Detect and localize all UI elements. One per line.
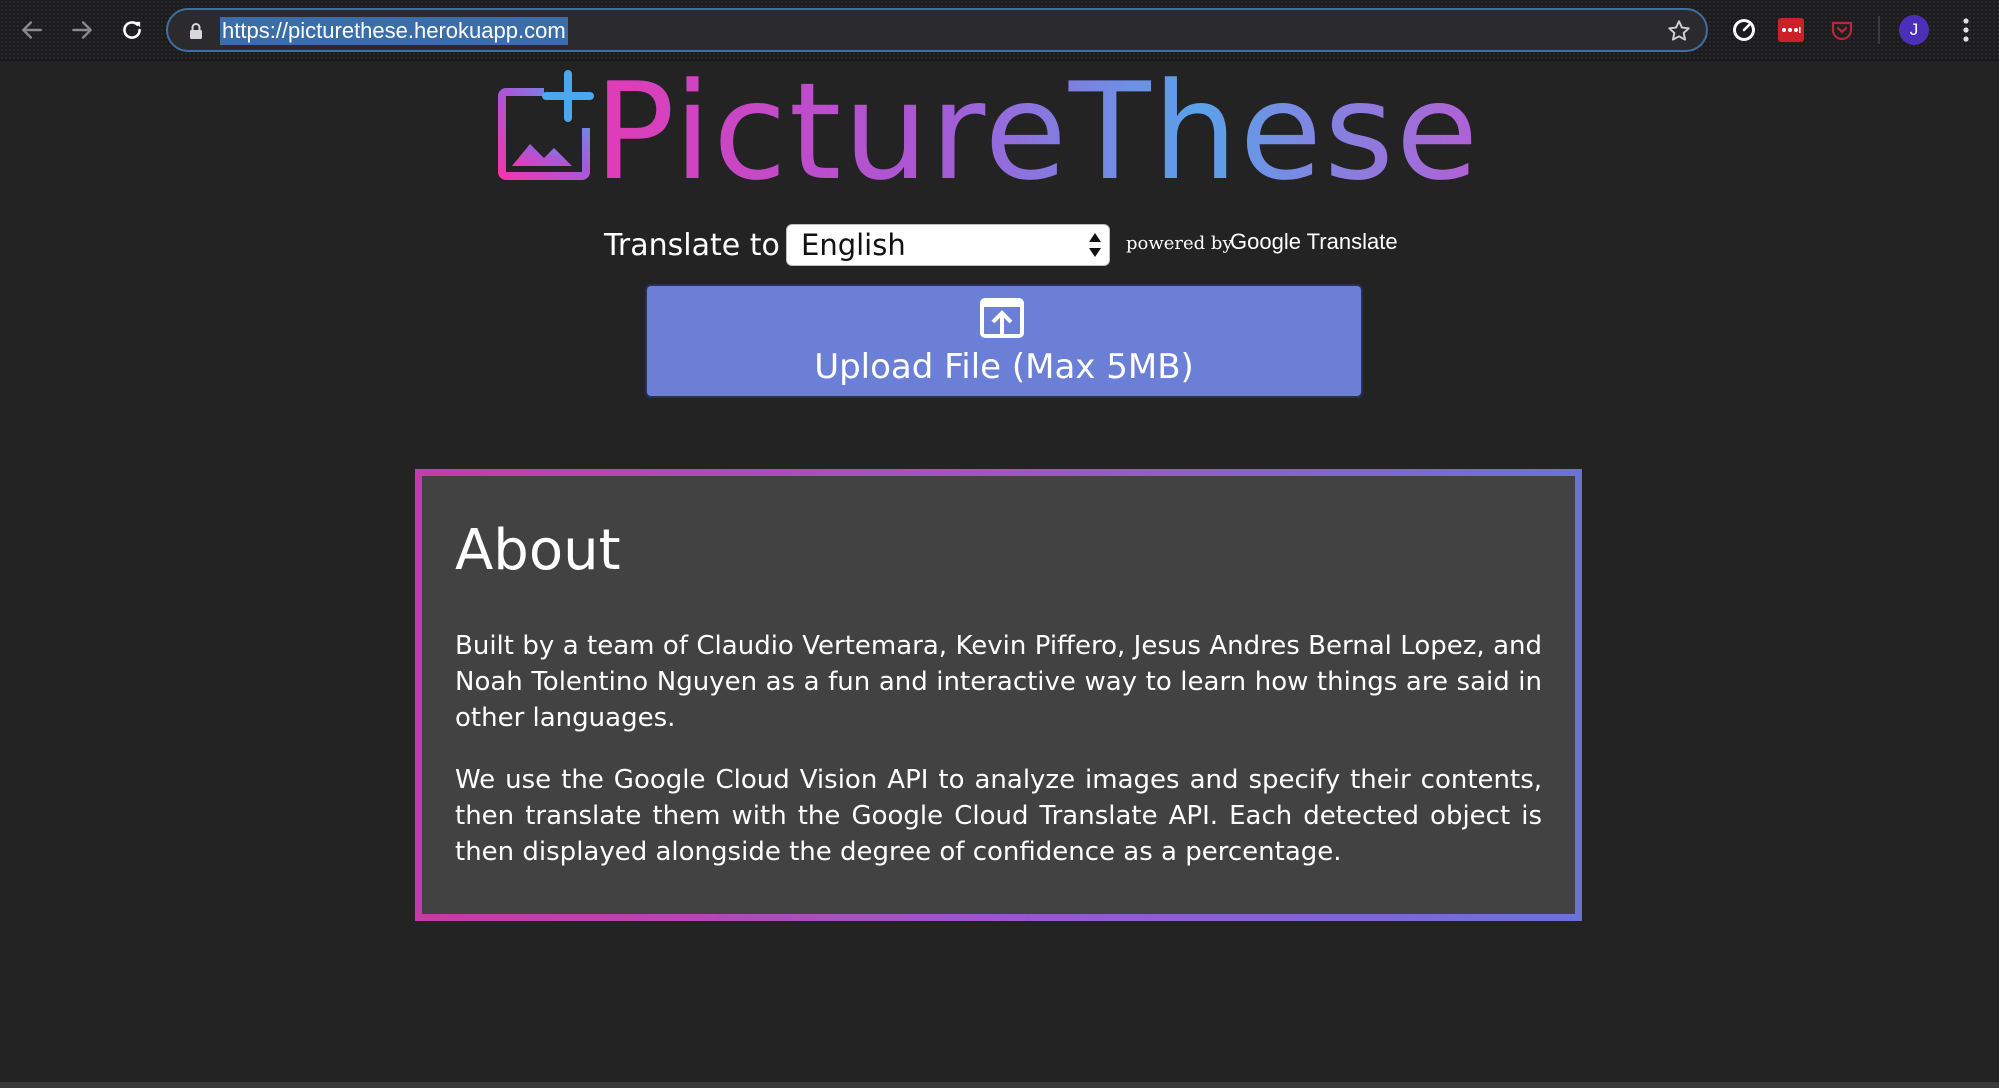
about-paragraph-apis: We use the Google Cloud Vision API to an… [455,765,1542,867]
window-bottom-edge [0,1082,1999,1088]
kebab-menu-icon[interactable] [1954,14,1978,46]
speedometer-extension-icon[interactable] [1728,14,1760,46]
toolbar-divider [1878,16,1880,44]
lastpass-extension-icon[interactable] [1778,18,1804,42]
google-logo-text: Google [1230,229,1301,254]
about-title: About [455,518,621,583]
language-select[interactable]: English [786,224,1110,266]
back-button[interactable] [14,12,50,48]
picture-add-logo-icon [498,70,594,180]
translate-label: Translate to [604,228,780,263]
translate-logo-text: Translate [1306,229,1398,254]
select-arrows-icon [1089,233,1101,257]
upload-file-button[interactable]: Upload File (Max 5MB) [645,284,1363,398]
translate-row: Translate to English powered by Google T… [600,222,1420,270]
back-arrow-icon [22,21,42,39]
reload-button[interactable] [114,12,150,48]
star-icon[interactable] [1666,18,1692,44]
url-text[interactable]: https://picturethese.herokuapp.com [220,17,568,45]
about-paragraph-team: Built by a team of Claudio Vertemara, Ke… [455,631,1542,733]
about-card: About Built by a team of Claudio Vertema… [415,469,1582,921]
upload-icon [980,298,1024,338]
address-bar[interactable]: https://picturethese.herokuapp.com [166,8,1708,52]
profile-avatar[interactable]: J [1899,15,1929,45]
language-select-value: English [801,228,906,262]
powered-by-label: powered by [1126,233,1233,254]
upload-file-label: Upload File (Max 5MB) [814,347,1194,387]
pocket-extension-icon[interactable] [1826,14,1858,46]
google-translate-attribution: Google Translate [1230,227,1398,257]
lock-icon [190,23,202,39]
forward-button[interactable] [64,12,100,48]
forward-arrow-icon [72,21,92,39]
logo-wordmark: PictureThese [594,54,1481,210]
reload-icon [123,21,141,39]
